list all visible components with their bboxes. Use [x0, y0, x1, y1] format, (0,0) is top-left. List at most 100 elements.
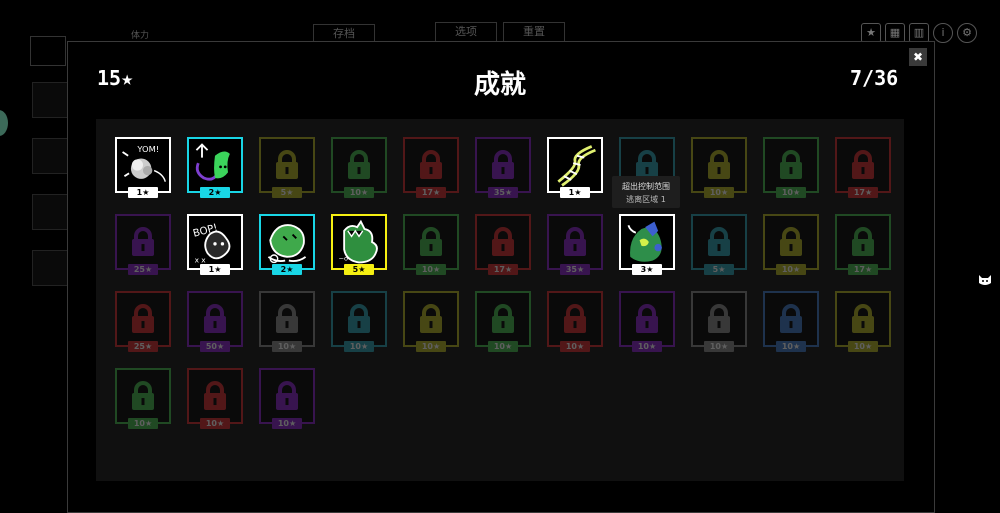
achievement-locked[interactable]: 10★	[403, 291, 459, 352]
achievement-locked[interactable]: 10★	[187, 368, 243, 429]
achievement-art	[549, 139, 601, 191]
achievement-locked[interactable]: 10★	[835, 291, 891, 352]
star-cost-badge: 10★	[488, 341, 518, 352]
lock-icon	[477, 293, 529, 345]
star-cost-badge: 10★	[416, 341, 446, 352]
lock-icon	[693, 216, 745, 268]
achievement-locked[interactable]: 50★	[187, 291, 243, 352]
svg-text:~o: ~o	[339, 255, 348, 263]
star-cost-badge: 10★	[416, 264, 446, 275]
star-cost-badge: 3★	[632, 264, 662, 275]
achievement-locked[interactable]: 10★	[691, 291, 747, 352]
achievement-locked[interactable]: 17★	[403, 137, 459, 198]
chart-icon[interactable]: ▥	[909, 23, 929, 43]
bg-tab-1: 选项	[435, 22, 497, 42]
lock-icon	[477, 139, 529, 191]
achievement-locked[interactable]: 10★	[115, 368, 171, 429]
lock-icon	[837, 216, 889, 268]
star-cost-badge: 1★	[200, 264, 230, 275]
achievement-locked[interactable]: 10★	[403, 214, 459, 275]
side-handle[interactable]	[0, 110, 8, 136]
achievement-locked[interactable]: 10★	[331, 137, 387, 198]
achievement-art: YOM!	[117, 139, 169, 191]
achievement-unlocked[interactable]: BOP! x x 1★	[187, 214, 243, 275]
star-cost-badge: 1★	[560, 187, 590, 198]
achievement-locked[interactable]: 10★	[259, 368, 315, 429]
tooltip-title: 超出控制范围	[622, 182, 670, 191]
achievement-progress: 7/36	[850, 66, 899, 90]
star-cost-badge: 10★	[272, 341, 302, 352]
achievement-locked[interactable]: 10★	[547, 291, 603, 352]
achievement-locked[interactable]: 10★	[763, 291, 819, 352]
achievement-locked[interactable]: 17★	[835, 137, 891, 198]
info-icon[interactable]: i	[933, 23, 953, 43]
achievement-locked[interactable]: 17★	[835, 214, 891, 275]
lock-icon	[621, 293, 673, 345]
star-cost-badge: 10★	[200, 418, 230, 429]
star-cost-badge: 5★	[272, 187, 302, 198]
achievement-unlocked[interactable]: 2★	[187, 137, 243, 198]
achievement-locked[interactable]: 25★	[115, 214, 171, 275]
achievement-locked[interactable]: 35★	[547, 214, 603, 275]
lock-icon	[765, 293, 817, 345]
bg-tab-2: 重置	[503, 22, 565, 42]
star-cost-badge: 10★	[560, 341, 590, 352]
star-cost-badge: 10★	[128, 418, 158, 429]
lock-icon	[117, 216, 169, 268]
star-cost-badge: 10★	[776, 264, 806, 275]
lock-icon	[765, 216, 817, 268]
star-cost-badge: 10★	[776, 341, 806, 352]
achievement-unlocked[interactable]: 2★	[259, 214, 315, 275]
lock-icon	[693, 293, 745, 345]
achievement-locked[interactable]: 5★	[691, 214, 747, 275]
achievement-locked[interactable]: 10★	[763, 137, 819, 198]
achievement-unlocked[interactable]: 3★	[619, 214, 675, 275]
achievement-locked[interactable]: 35★	[475, 137, 531, 198]
star-cost-badge: 5★	[704, 264, 734, 275]
achievement-art: ~o	[333, 216, 385, 268]
achievement-locked[interactable]: 10★	[475, 291, 531, 352]
lock-icon	[693, 139, 745, 191]
lock-icon	[117, 370, 169, 422]
grid-icon[interactable]: ▦	[885, 23, 905, 43]
achievement-locked[interactable]: 10★	[259, 291, 315, 352]
lock-icon	[405, 293, 457, 345]
star-cost-badge: 17★	[416, 187, 446, 198]
lock-icon	[405, 139, 457, 191]
star-cost-badge: 10★	[632, 341, 662, 352]
star-cost-badge: 1★	[128, 187, 158, 198]
star-cost-badge: 17★	[488, 264, 518, 275]
achievement-locked[interactable]: 10★	[691, 137, 747, 198]
achievement-locked[interactable]: 17★	[475, 214, 531, 275]
star-cost-badge: 10★	[344, 341, 374, 352]
achievement-art	[189, 139, 241, 191]
cat-icon[interactable]	[977, 273, 993, 289]
lock-icon	[333, 139, 385, 191]
lock-icon	[189, 370, 241, 422]
achievement-locked[interactable]: 10★	[331, 291, 387, 352]
star-cost-badge: 50★	[200, 341, 230, 352]
star-icon[interactable]: ★	[861, 23, 881, 43]
star-cost-badge: 10★	[704, 341, 734, 352]
settings-icon[interactable]: ⚙	[957, 23, 977, 43]
bg-box	[30, 36, 66, 66]
star-cost-badge: 10★	[776, 187, 806, 198]
lock-icon	[261, 293, 313, 345]
lock-icon	[261, 139, 313, 191]
star-cost-badge: 25★	[128, 341, 158, 352]
lock-icon	[765, 139, 817, 191]
achievement-locked[interactable]: 10★	[763, 214, 819, 275]
achievement-unlocked[interactable]: YOM! 1★	[115, 137, 171, 198]
achievement-locked[interactable]: 25★	[115, 291, 171, 352]
star-cost-badge: 35★	[560, 264, 590, 275]
achievement-locked[interactable]: 10★	[619, 291, 675, 352]
star-cost-badge: 17★	[848, 264, 878, 275]
achievement-unlocked[interactable]: 1★	[547, 137, 603, 198]
bg-tile	[32, 138, 68, 174]
achievement-locked[interactable]: 5★	[259, 137, 315, 198]
lock-icon	[189, 293, 241, 345]
lock-icon	[549, 293, 601, 345]
achievement-unlocked[interactable]: ~o 5★	[331, 214, 387, 275]
tooltip-subtitle: 逃离区域 1	[626, 195, 666, 204]
lock-icon	[261, 370, 313, 422]
